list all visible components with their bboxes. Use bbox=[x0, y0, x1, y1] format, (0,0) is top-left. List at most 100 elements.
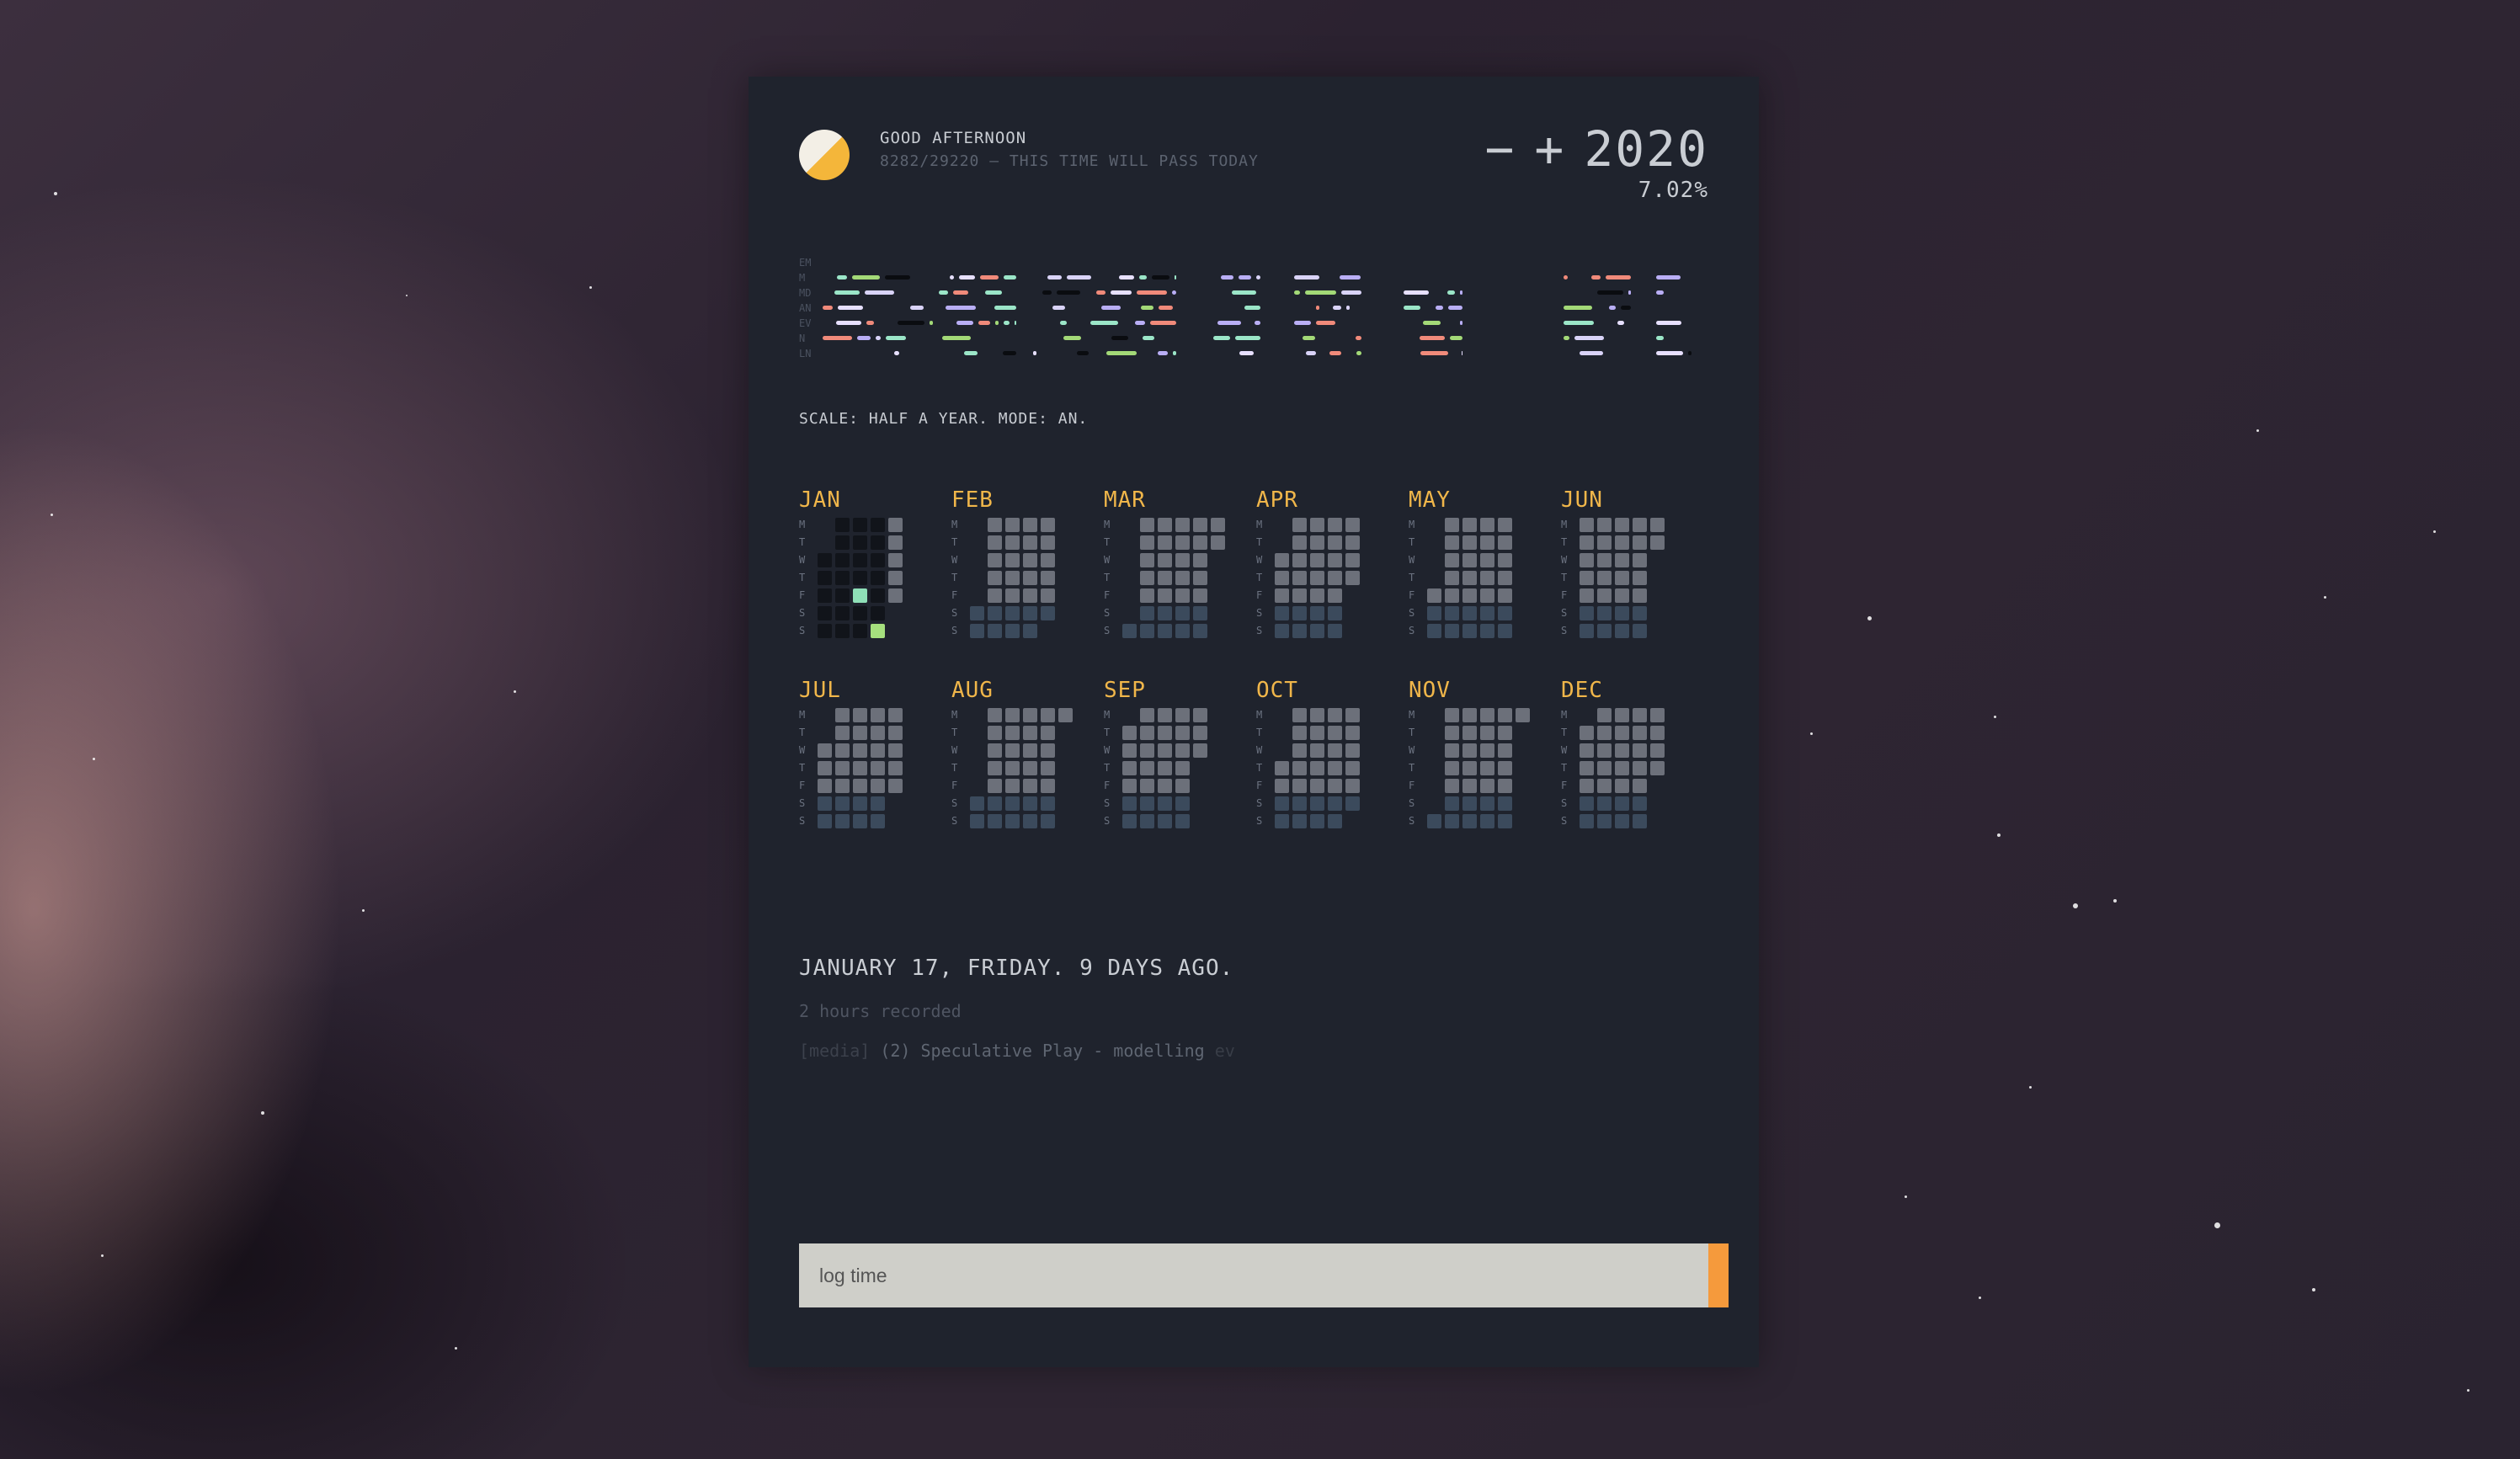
day-cell[interactable] bbox=[835, 761, 850, 775]
day-cell[interactable] bbox=[1633, 726, 1647, 740]
day-cell[interactable] bbox=[835, 796, 850, 811]
day-cell[interactable] bbox=[1498, 743, 1512, 758]
day-cell[interactable] bbox=[1193, 743, 1207, 758]
day-cell[interactable] bbox=[1615, 553, 1629, 567]
day-cell[interactable] bbox=[1023, 761, 1037, 775]
day-cell[interactable] bbox=[853, 518, 867, 532]
day-cell[interactable] bbox=[1480, 708, 1494, 722]
day-cell[interactable] bbox=[988, 814, 1002, 828]
day-cell[interactable] bbox=[1310, 535, 1324, 550]
day-cell[interactable] bbox=[1580, 624, 1594, 638]
day-cell[interactable] bbox=[1427, 606, 1441, 620]
day-cell[interactable] bbox=[1005, 814, 1020, 828]
day-cell[interactable] bbox=[988, 796, 1002, 811]
day-cell[interactable] bbox=[1445, 571, 1459, 585]
day-cell[interactable] bbox=[1310, 571, 1324, 585]
day-cell[interactable] bbox=[1580, 571, 1594, 585]
day-cell[interactable] bbox=[1597, 518, 1612, 532]
day-cell[interactable] bbox=[1275, 779, 1289, 793]
day-cell[interactable] bbox=[1597, 553, 1612, 567]
day-cell[interactable] bbox=[1462, 588, 1477, 603]
day-cell[interactable] bbox=[818, 779, 832, 793]
day-cell[interactable] bbox=[1597, 814, 1612, 828]
day-cell[interactable] bbox=[1427, 588, 1441, 603]
day-cell[interactable] bbox=[1158, 535, 1172, 550]
day-cell[interactable] bbox=[1328, 761, 1342, 775]
day-cell[interactable] bbox=[1292, 814, 1307, 828]
day-cell[interactable] bbox=[1328, 571, 1342, 585]
day-cell[interactable] bbox=[1345, 761, 1360, 775]
day-cell[interactable] bbox=[818, 588, 832, 603]
day-cell[interactable] bbox=[1122, 761, 1137, 775]
day-cell[interactable] bbox=[1480, 779, 1494, 793]
day-cell[interactable] bbox=[988, 779, 1002, 793]
day-cell[interactable] bbox=[1580, 761, 1594, 775]
day-cell[interactable] bbox=[1580, 535, 1594, 550]
day-cell[interactable] bbox=[835, 708, 850, 722]
day-cell[interactable] bbox=[1480, 726, 1494, 740]
day-cell[interactable] bbox=[1310, 796, 1324, 811]
day-cell[interactable] bbox=[1328, 726, 1342, 740]
day-cell[interactable] bbox=[818, 624, 832, 638]
day-cell[interactable] bbox=[1158, 726, 1172, 740]
day-cell[interactable] bbox=[1462, 761, 1477, 775]
day-cell[interactable] bbox=[835, 779, 850, 793]
day-cell[interactable] bbox=[888, 553, 903, 567]
day-cell[interactable] bbox=[1140, 743, 1154, 758]
day-cell[interactable] bbox=[1175, 518, 1190, 532]
day-cell[interactable] bbox=[1480, 796, 1494, 811]
day-cell[interactable] bbox=[835, 571, 850, 585]
day-cell[interactable] bbox=[1498, 761, 1512, 775]
day-cell[interactable] bbox=[1597, 796, 1612, 811]
day-cell[interactable] bbox=[1310, 761, 1324, 775]
day-cell[interactable] bbox=[1023, 708, 1037, 722]
day-cell[interactable] bbox=[1041, 726, 1055, 740]
day-cell[interactable] bbox=[871, 779, 885, 793]
day-cell[interactable] bbox=[1175, 726, 1190, 740]
day-cell[interactable] bbox=[888, 743, 903, 758]
day-cell[interactable] bbox=[1292, 535, 1307, 550]
day-cell[interactable] bbox=[988, 606, 1002, 620]
day-cell[interactable] bbox=[1158, 571, 1172, 585]
day-cell[interactable] bbox=[1462, 606, 1477, 620]
day-cell[interactable] bbox=[853, 708, 867, 722]
day-cell[interactable] bbox=[1175, 814, 1190, 828]
day-cell[interactable] bbox=[1445, 761, 1459, 775]
day-cell[interactable] bbox=[818, 814, 832, 828]
day-cell[interactable] bbox=[1650, 708, 1665, 722]
day-cell[interactable] bbox=[1140, 796, 1154, 811]
day-cell[interactable] bbox=[1310, 743, 1324, 758]
day-cell[interactable] bbox=[1633, 779, 1647, 793]
day-cell[interactable] bbox=[1041, 814, 1055, 828]
day-cell[interactable] bbox=[1122, 779, 1137, 793]
day-cell[interactable] bbox=[1633, 761, 1647, 775]
day-cell[interactable] bbox=[1041, 518, 1055, 532]
day-cell[interactable] bbox=[1445, 588, 1459, 603]
day-cell[interactable] bbox=[1633, 796, 1647, 811]
day-cell[interactable] bbox=[970, 606, 984, 620]
log-entry[interactable]: [media] (2) Speculative Play - modelling… bbox=[799, 1041, 1235, 1061]
day-cell[interactable] bbox=[1462, 708, 1477, 722]
day-cell[interactable] bbox=[1005, 779, 1020, 793]
day-cell[interactable] bbox=[871, 571, 885, 585]
log-submit-indicator[interactable] bbox=[1708, 1243, 1729, 1307]
day-cell[interactable] bbox=[1580, 588, 1594, 603]
day-cell[interactable] bbox=[1498, 624, 1512, 638]
day-cell[interactable] bbox=[1122, 796, 1137, 811]
day-cell[interactable] bbox=[1615, 726, 1629, 740]
day-cell[interactable] bbox=[871, 624, 885, 638]
day-cell[interactable] bbox=[1597, 761, 1612, 775]
day-cell[interactable] bbox=[818, 571, 832, 585]
day-cell[interactable] bbox=[1140, 518, 1154, 532]
day-cell[interactable] bbox=[1292, 624, 1307, 638]
day-cell[interactable] bbox=[835, 606, 850, 620]
day-cell[interactable] bbox=[1462, 796, 1477, 811]
day-cell[interactable] bbox=[1041, 606, 1055, 620]
day-cell[interactable] bbox=[988, 588, 1002, 603]
day-cell[interactable] bbox=[1041, 796, 1055, 811]
day-cell[interactable] bbox=[1023, 814, 1037, 828]
day-cell[interactable] bbox=[1005, 708, 1020, 722]
day-cell[interactable] bbox=[1615, 743, 1629, 758]
day-cell[interactable] bbox=[1005, 624, 1020, 638]
day-cell[interactable] bbox=[1041, 588, 1055, 603]
